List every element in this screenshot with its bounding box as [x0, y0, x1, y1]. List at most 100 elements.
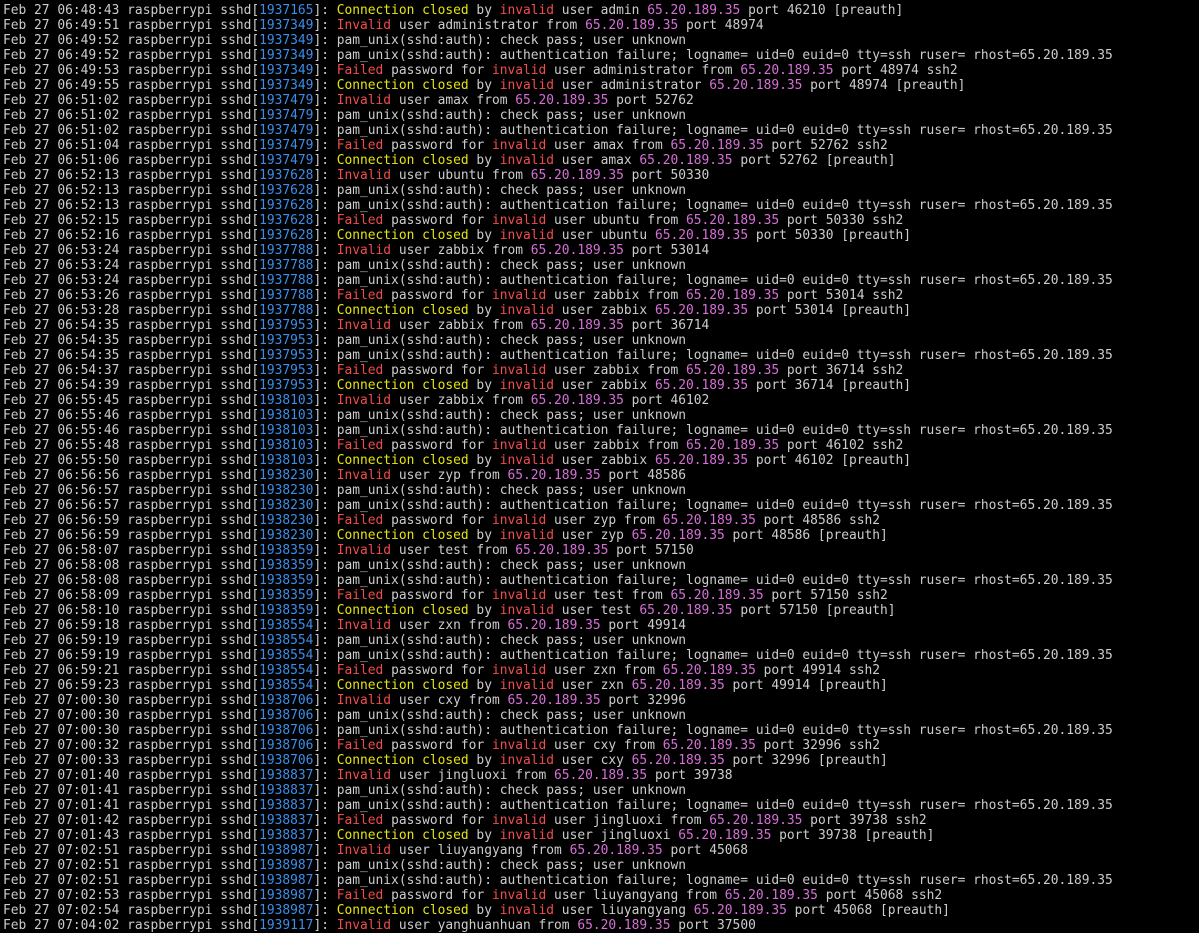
- log-sep: ]:: [313, 168, 337, 183]
- log-prefix: Feb 27 07:02:53 raspberrypi sshd[: [3, 888, 260, 903]
- log-sep: ]:: [313, 153, 337, 168]
- log-text: pam_unix(sshd:auth): check pass; user un…: [336, 408, 686, 423]
- log-pid: 1937349: [259, 48, 314, 63]
- log-sep: ]:: [313, 708, 337, 723]
- log-text: password for: [383, 213, 492, 228]
- log-text: user administrator from: [546, 63, 741, 78]
- invalid-keyword: invalid: [491, 663, 547, 678]
- log-sep: ]:: [313, 438, 337, 453]
- failed-keyword: Failed: [336, 438, 384, 453]
- log-text: user zxn from: [391, 618, 508, 633]
- invalid-keyword: invalid: [499, 828, 555, 843]
- log-pid: 1938554: [259, 618, 314, 633]
- log-text: port 50330 [preauth]: [748, 228, 912, 243]
- log-text: pam_unix(sshd:auth): authentication fail…: [336, 648, 1113, 663]
- log-text: port 32996: [600, 693, 686, 708]
- log-pid: 1938837: [259, 798, 314, 813]
- log-pid: 1938230: [259, 468, 314, 483]
- log-line: Feb 27 06:49:52 raspberrypi sshd[1937349…: [3, 33, 1199, 48]
- failed-keyword: Failed: [336, 588, 384, 603]
- log-line: Feb 27 06:51:02 raspberrypi sshd[1937479…: [3, 123, 1199, 138]
- log-line: Feb 27 06:55:46 raspberrypi sshd[1938103…: [3, 423, 1199, 438]
- log-sep: ]:: [313, 213, 337, 228]
- log-pid: 1938987: [259, 888, 314, 903]
- log-line: Feb 27 06:58:08 raspberrypi sshd[1938359…: [3, 573, 1199, 588]
- log-pid: 1938103: [259, 393, 314, 408]
- log-text: pam_unix(sshd:auth): check pass; user un…: [336, 483, 686, 498]
- log-prefix: Feb 27 06:58:07 raspberrypi sshd[: [3, 543, 260, 558]
- log-sep: ]:: [313, 753, 337, 768]
- ip-address: 65.20.189.35: [530, 168, 624, 183]
- log-line: Feb 27 07:02:53 raspberrypi sshd[1938987…: [3, 888, 1199, 903]
- log-prefix: Feb 27 07:01:40 raspberrypi sshd[: [3, 768, 260, 783]
- log-prefix: Feb 27 06:54:39 raspberrypi sshd[: [3, 378, 260, 393]
- log-sep: ]:: [313, 483, 337, 498]
- log-text: user zxn from: [546, 663, 663, 678]
- log-line: Feb 27 06:56:57 raspberrypi sshd[1938230…: [3, 483, 1199, 498]
- log-prefix: Feb 27 06:56:59 raspberrypi sshd[: [3, 528, 260, 543]
- ip-address: 65.20.189.35: [686, 363, 780, 378]
- invalid-keyword: invalid: [491, 288, 547, 303]
- ip-address: 65.20.189.35: [709, 813, 803, 828]
- log-pid: 1937479: [259, 138, 314, 153]
- invalid-keyword: invalid: [491, 813, 547, 828]
- log-pid: 1937479: [259, 153, 314, 168]
- log-line: Feb 27 07:02:51 raspberrypi sshd[1938987…: [3, 873, 1199, 888]
- ip-address: 65.20.189.35: [662, 663, 756, 678]
- log-text: password for: [383, 738, 492, 753]
- invalid-keyword: invalid: [499, 678, 555, 693]
- invalid-keyword: Invalid: [336, 693, 392, 708]
- log-text: port 32996 ssh2: [755, 738, 881, 753]
- log-prefix: Feb 27 06:59:18 raspberrypi sshd[: [3, 618, 260, 633]
- log-text: pam_unix(sshd:auth): authentication fail…: [336, 198, 1113, 213]
- log-sep: ]:: [313, 183, 337, 198]
- log-pid: 1938359: [259, 543, 314, 558]
- log-sep: ]:: [313, 93, 337, 108]
- invalid-keyword: Invalid: [336, 18, 392, 33]
- ip-address: 65.20.189.35: [686, 288, 780, 303]
- log-line: Feb 27 06:53:24 raspberrypi sshd[1937788…: [3, 273, 1199, 288]
- terminal-output[interactable]: Feb 27 06:48:43 raspberrypi sshd[1937165…: [3, 3, 1199, 933]
- log-sep: ]:: [313, 258, 337, 273]
- log-line: Feb 27 06:52:16 raspberrypi sshd[1937628…: [3, 228, 1199, 243]
- log-text: port 52762 ssh2: [763, 138, 888, 153]
- log-sep: ]:: [313, 588, 337, 603]
- log-pid: 1938987: [259, 858, 314, 873]
- invalid-keyword: invalid: [491, 738, 547, 753]
- log-pid: 1938706: [259, 693, 314, 708]
- log-text: port 49914: [600, 618, 686, 633]
- invalid-keyword: invalid: [499, 903, 555, 918]
- log-sep: ]:: [313, 468, 337, 483]
- invalid-keyword: Invalid: [336, 168, 392, 183]
- log-prefix: Feb 27 06:59:19 raspberrypi sshd[: [3, 633, 260, 648]
- log-text: user zxn: [554, 678, 632, 693]
- failed-keyword: Failed: [336, 63, 384, 78]
- log-pid: 1938554: [259, 633, 314, 648]
- log-line: Feb 27 07:04:02 raspberrypi sshd[1939117…: [3, 918, 1199, 933]
- log-prefix: Feb 27 06:51:02 raspberrypi sshd[: [3, 123, 260, 138]
- log-text: pam_unix(sshd:auth): check pass; user un…: [336, 558, 686, 573]
- log-sep: ]:: [313, 333, 337, 348]
- log-text: user liuyangyang: [554, 903, 694, 918]
- log-text: user test: [554, 603, 640, 618]
- invalid-keyword: Invalid: [336, 618, 392, 633]
- log-text: port 46210 [preauth]: [740, 3, 904, 18]
- log-prefix: Feb 27 06:54:35 raspberrypi sshd[: [3, 333, 260, 348]
- ip-address: 65.20.189.35: [631, 528, 725, 543]
- log-text: user amax: [554, 153, 640, 168]
- log-prefix: Feb 27 07:00:30 raspberrypi sshd[: [3, 723, 260, 738]
- log-text: user zabbix from: [391, 393, 531, 408]
- log-line: Feb 27 06:59:21 raspberrypi sshd[1938554…: [3, 663, 1199, 678]
- log-text: port 49914 ssh2: [755, 663, 881, 678]
- log-text: password for: [383, 888, 492, 903]
- log-sep: ]:: [313, 108, 337, 123]
- log-line: Feb 27 07:00:30 raspberrypi sshd[1938706…: [3, 708, 1199, 723]
- log-prefix: Feb 27 06:52:13 raspberrypi sshd[: [3, 168, 260, 183]
- invalid-keyword: invalid: [499, 3, 555, 18]
- connection-closed-keyword: Connection closed: [336, 678, 469, 693]
- log-line: Feb 27 06:51:04 raspberrypi sshd[1937479…: [3, 138, 1199, 153]
- log-pid: 1938837: [259, 768, 314, 783]
- invalid-keyword: Invalid: [336, 543, 392, 558]
- log-line: Feb 27 06:53:24 raspberrypi sshd[1937788…: [3, 258, 1199, 273]
- log-pid: 1937788: [259, 303, 314, 318]
